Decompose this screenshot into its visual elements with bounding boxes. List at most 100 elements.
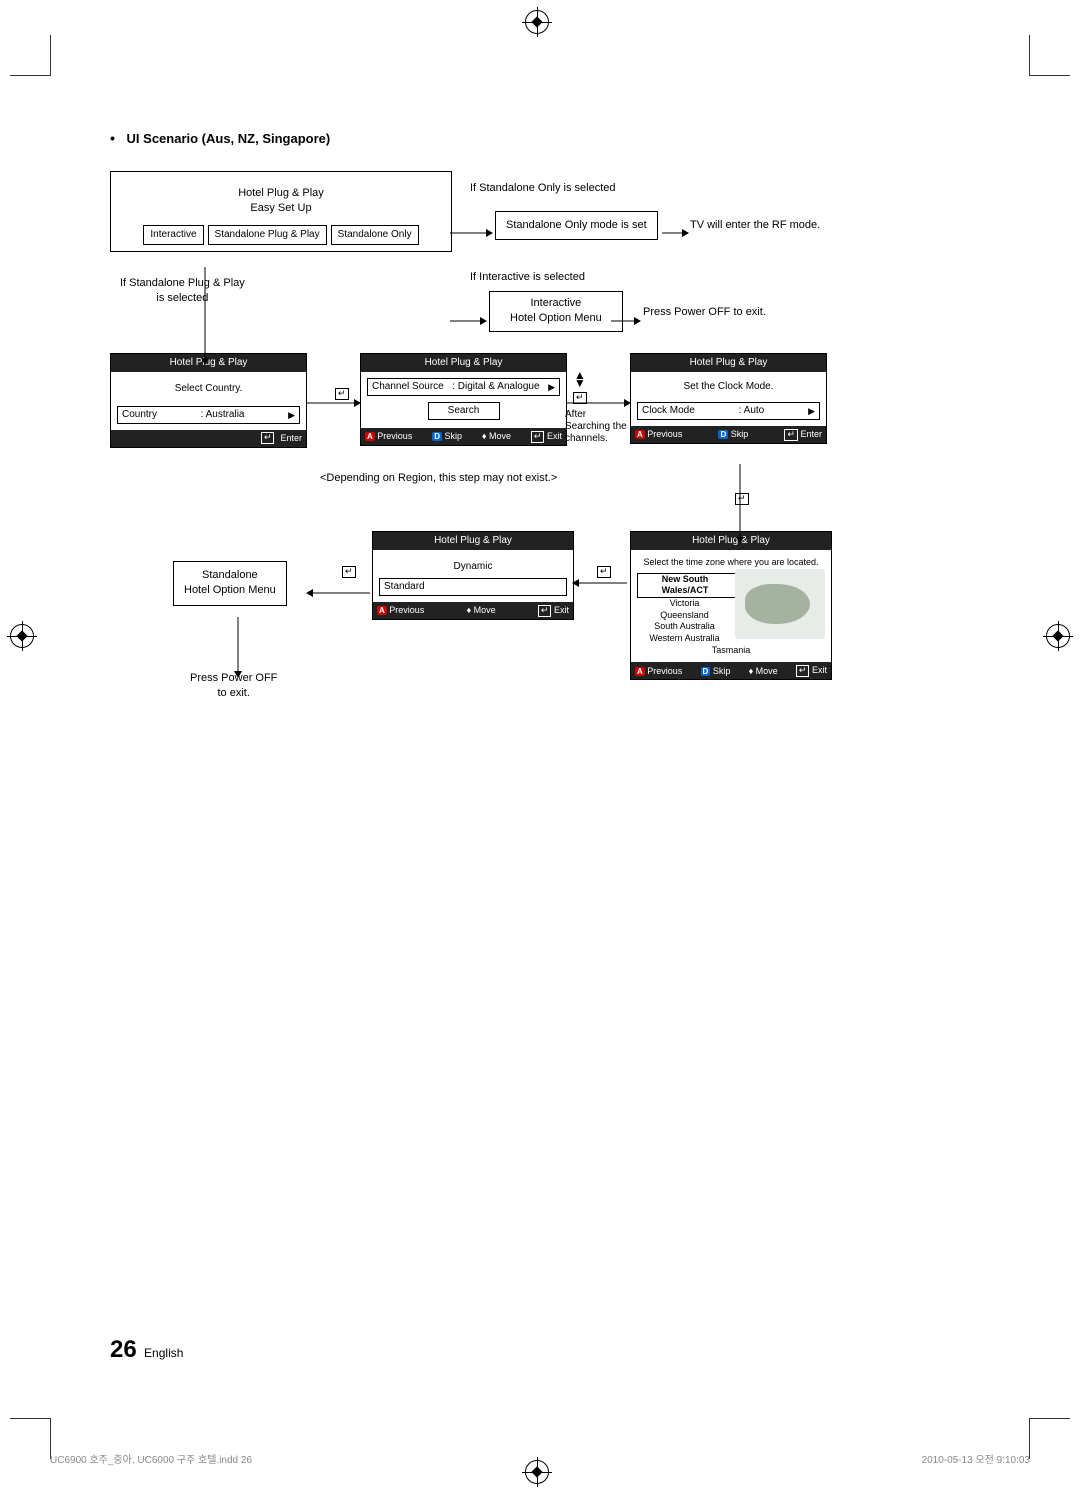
- panel-timezone: Hotel Plug & Play Select the time zone w…: [630, 531, 832, 680]
- arrow-icon: [201, 358, 209, 365]
- d-button-icon: D: [701, 667, 711, 676]
- field-clock-value: : Auto: [739, 404, 765, 418]
- label-if-plugplay: If Standalone Plug & Play is selected: [120, 276, 245, 307]
- enter-icon: ↵: [342, 564, 356, 579]
- d-button-icon: D: [718, 430, 728, 439]
- footer-filename: UC6900 호주_중아, UC6000 구주 호텔.indd 26: [50, 1451, 252, 1466]
- page-number: 26 English: [110, 1336, 183, 1364]
- enter-icon: ↵: [261, 432, 275, 444]
- foot-exit: Exit: [812, 665, 827, 675]
- a-button-icon: A: [635, 667, 645, 676]
- arrow-icon: [486, 229, 493, 237]
- arrow-icon: [354, 399, 361, 407]
- panel-picture-mode: Hotel Plug & Play Dynamic Standard A Pre…: [372, 531, 574, 620]
- panel-select-country: Hotel Plug & Play Select Country. Countr…: [110, 353, 307, 448]
- field-country-value: : Australia: [201, 408, 245, 422]
- label-if-interactive: If Interactive is selected: [470, 270, 585, 285]
- box-standalone-menu: Standalone Hotel Option Menu: [173, 561, 287, 606]
- option-standalone-only[interactable]: Standalone Only: [331, 225, 419, 245]
- enter-icon: ↵: [784, 429, 798, 441]
- field-clock-label: Clock Mode: [642, 404, 695, 418]
- page-number-value: 26: [110, 1336, 137, 1363]
- label-if-standalone-only: If Standalone Only is selected: [470, 181, 616, 196]
- arrow-icon: [480, 317, 487, 325]
- box-standalone-set: Standalone Only mode is set: [495, 211, 658, 240]
- panel-country-text: Select Country.: [117, 378, 300, 402]
- foot-skip: Skip: [713, 666, 731, 676]
- enter-icon: ↵: [597, 564, 611, 579]
- easy-setup-title2: Easy Set Up: [117, 201, 445, 216]
- arrow-icon: [624, 399, 631, 407]
- crop-mark: [10, 1418, 51, 1459]
- registration-mark-icon: [1046, 624, 1070, 648]
- a-button-icon: A: [635, 430, 645, 439]
- picture-standard[interactable]: Standard: [379, 578, 567, 596]
- a-button-icon: A: [377, 606, 387, 615]
- easy-setup-title1: Hotel Plug & Play: [117, 186, 445, 201]
- label-region-note: <Depending on Region, this step may not …: [320, 471, 557, 486]
- enter-icon: ↵: [335, 386, 349, 401]
- australia-map-icon: [735, 569, 825, 639]
- crop-mark: [1029, 1418, 1070, 1459]
- arrow-icon: [736, 537, 744, 544]
- panel-tz-text: Select the time zone where you are locat…: [637, 556, 825, 569]
- label-tv-rf: TV will enter the RF mode.: [690, 218, 820, 233]
- panel-title: Hotel Plug & Play: [631, 532, 831, 550]
- foot-move: Move: [756, 666, 778, 676]
- field-channel-source[interactable]: Channel Source : Digital & Analogue ▶: [367, 378, 560, 396]
- page: • UI Scenario (Aus, NZ, Singapore) Hotel…: [0, 0, 1080, 1494]
- enter-icon: ↵: [735, 491, 749, 506]
- foot-prev: Previous: [389, 605, 424, 615]
- field-source-label: Channel Source: [372, 380, 444, 394]
- search-button[interactable]: Search: [428, 402, 500, 420]
- heading-text: UI Scenario (Aus, NZ, Singapore): [127, 131, 331, 146]
- crop-mark: [10, 35, 51, 76]
- panel-clock-text: Set the Clock Mode.: [637, 378, 820, 398]
- option-standalone-plugplay[interactable]: Standalone Plug & Play: [208, 225, 327, 245]
- d-button-icon: D: [432, 432, 442, 441]
- box-easy-setup: Hotel Plug & Play Easy Set Up Interactiv…: [110, 171, 452, 252]
- foot-prev: Previous: [647, 666, 682, 676]
- option-interactive[interactable]: Interactive: [143, 225, 203, 245]
- panel-title: Hotel Plug & Play: [631, 354, 826, 372]
- enter-icon: ↵: [538, 605, 552, 617]
- field-country[interactable]: Country : Australia ▶: [117, 406, 300, 424]
- foot-enter: Enter: [800, 429, 822, 439]
- registration-mark-icon: [10, 624, 34, 648]
- footer-timestamp: 2010-05-13 오전 9:10:03: [922, 1451, 1030, 1466]
- label-power-off-exit: Press Power OFF to exit.: [643, 305, 766, 320]
- enter-icon: ↵: [796, 665, 810, 677]
- print-footer: UC6900 호주_중아, UC6000 구주 호텔.indd 26 2010-…: [50, 1451, 1030, 1466]
- field-clock-mode[interactable]: Clock Mode : Auto ▶: [637, 402, 820, 420]
- interactive-line2: Hotel Option Menu: [510, 311, 602, 326]
- label-after-searching: After Searching the channels.: [565, 409, 627, 445]
- updown-enter-icon: ▲▼ ↵: [573, 371, 587, 405]
- section-heading: • UI Scenario (Aus, NZ, Singapore): [110, 130, 970, 146]
- poweroff-line2: to exit.: [190, 686, 277, 701]
- arrow-icon: [634, 317, 641, 325]
- panel-title: Hotel Plug & Play: [361, 354, 566, 372]
- picture-dynamic[interactable]: Dynamic: [379, 556, 567, 578]
- foot-prev: Previous: [377, 431, 412, 441]
- bullet-icon: •: [110, 130, 115, 146]
- after-line3: channels.: [565, 433, 627, 445]
- interactive-line1: Interactive: [510, 296, 602, 311]
- foot-enter: Enter: [280, 432, 302, 445]
- after-line1: After: [565, 409, 627, 421]
- field-country-label: Country: [122, 408, 157, 422]
- foot-move: Move: [489, 431, 511, 441]
- field-source-value: : Digital & Analogue: [452, 380, 539, 394]
- enter-icon: ↵: [531, 431, 545, 443]
- box-interactive-menu: Interactive Hotel Option Menu: [489, 291, 623, 332]
- crop-mark: [1029, 35, 1070, 76]
- standalone-menu-line1: Standalone: [184, 568, 276, 583]
- panel-clock-mode: Hotel Plug & Play Set the Clock Mode. Cl…: [630, 353, 827, 444]
- arrow-icon: [572, 579, 579, 587]
- tz-tas[interactable]: Tasmania: [637, 645, 825, 657]
- plugplay-line2: is selected: [120, 291, 245, 306]
- arrow-icon: [306, 589, 313, 597]
- flow-diagram: Hotel Plug & Play Easy Set Up Interactiv…: [110, 171, 970, 791]
- foot-skip: Skip: [731, 429, 749, 439]
- arrow-icon: [234, 671, 242, 678]
- panel-channel-source: Hotel Plug & Play Channel Source : Digit…: [360, 353, 567, 446]
